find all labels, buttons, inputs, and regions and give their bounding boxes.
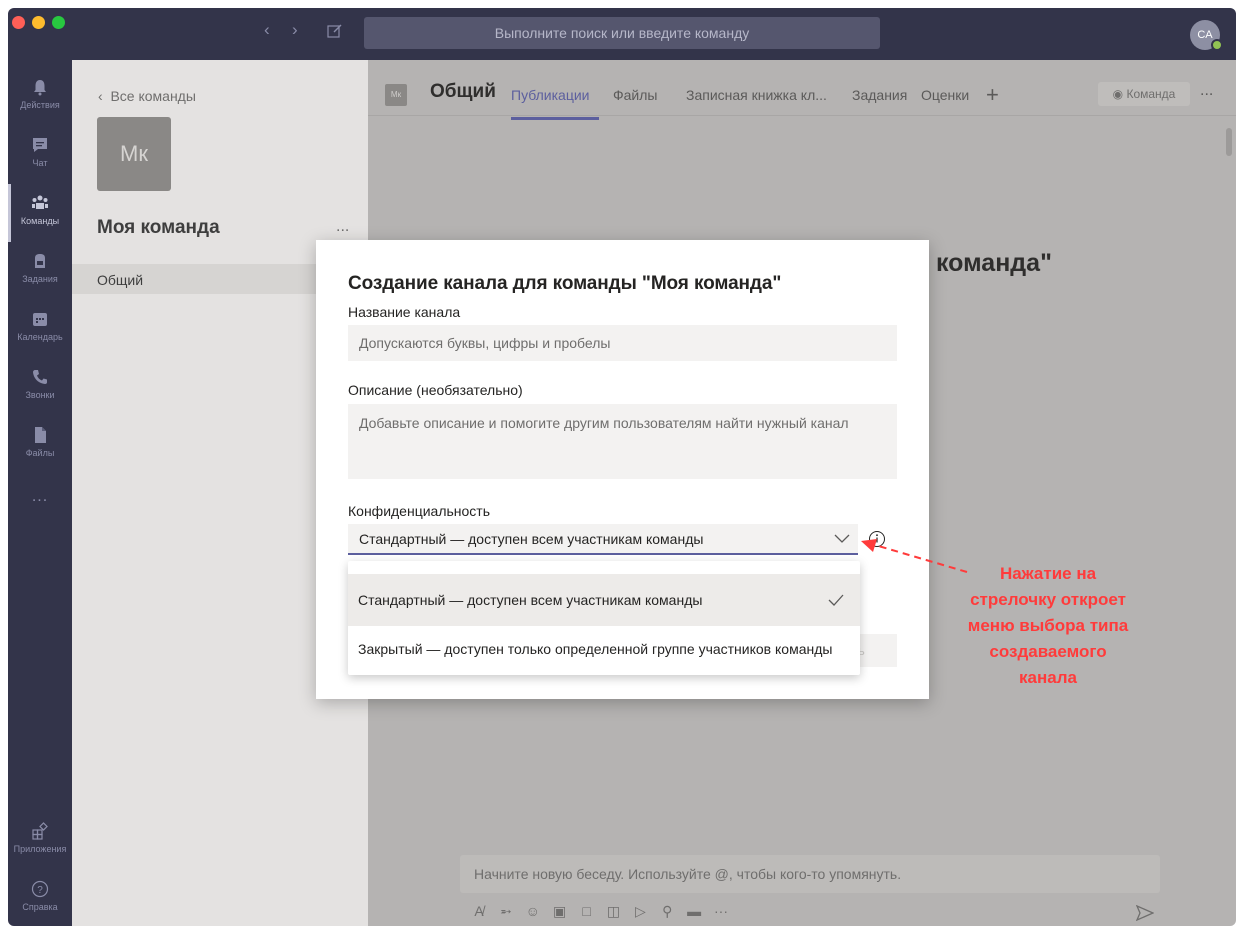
channel-more-options-icon[interactable]: ...	[1200, 82, 1213, 100]
tab-class-notebook[interactable]: Записная книжка кл...	[686, 87, 827, 103]
rail-item-label: Файлы	[25, 448, 55, 458]
annotation-line: меню выбора типа	[967, 616, 1129, 635]
welcome-heading: команда"	[936, 249, 1052, 277]
rail-item-calendar[interactable]: Календарь	[8, 300, 72, 358]
compose-icon[interactable]	[326, 22, 344, 40]
channel-name-label: Название канала	[348, 304, 461, 320]
team-avatar: Мк	[97, 117, 171, 191]
chevron-left-icon: ‹	[98, 88, 111, 104]
chevron-down-icon[interactable]	[834, 530, 850, 546]
zoom-window-button[interactable]	[52, 16, 65, 29]
format-icon[interactable]: A̸	[468, 903, 490, 919]
avatar-initials: CA	[1197, 29, 1213, 41]
close-window-button[interactable]	[12, 16, 25, 29]
teams-icon	[32, 195, 48, 209]
rail-item-chat[interactable]: Чат	[8, 126, 72, 184]
channel-name-field[interactable]: Допускаются буквы, цифры и пробелы	[348, 325, 897, 361]
privacy-option-standard[interactable]: Стандартный — доступен всем участникам к…	[348, 574, 860, 626]
video-icon[interactable]: ▬	[683, 903, 705, 919]
privacy-dropdown-menu: Стандартный — доступен всем участникам к…	[348, 561, 860, 675]
option-label: Закрытый — доступен только определенной …	[358, 641, 833, 657]
all-teams-link[interactable]: ‹ Все команды	[98, 88, 196, 104]
description-label: Описание (необязательно)	[348, 382, 523, 398]
more-options-icon[interactable]: ···	[710, 903, 732, 919]
phone-icon	[33, 370, 47, 384]
praise-icon[interactable]: ⚲	[656, 903, 678, 920]
channel-team-avatar: Мк	[385, 84, 407, 106]
tab-posts[interactable]: Публикации	[511, 87, 589, 103]
minimize-window-button[interactable]	[32, 16, 45, 29]
back-arrow-icon[interactable]: ‹	[264, 20, 270, 40]
tab-files[interactable]: Файлы	[613, 87, 657, 103]
help-icon: ?	[31, 880, 49, 898]
tab-assignments[interactable]: Задания	[852, 87, 907, 103]
tab-grades[interactable]: Оценки	[921, 87, 969, 103]
rail-item-activity[interactable]: Действия	[8, 68, 72, 126]
dialog-title: Создание канала для команды "Моя команда…	[348, 273, 782, 294]
chat-icon	[33, 138, 47, 152]
send-icon[interactable]	[1136, 905, 1154, 921]
stream-icon[interactable]: ▷	[629, 903, 651, 920]
gif-icon[interactable]: ▣	[549, 903, 571, 920]
scrollbar[interactable]	[1226, 128, 1232, 156]
rail-item-files[interactable]: Файлы	[8, 416, 72, 474]
annotation-line: канала	[1019, 668, 1077, 687]
rail-item-label: Действия	[20, 100, 60, 110]
privacy-option-private[interactable]: Закрытый — доступен только определенной …	[348, 623, 860, 675]
compose-toolbar: A̸ ➵ ☺ ▣ □ ◫ ▷ ⚲ ▬ ···	[468, 903, 733, 920]
privacy-label: Конфиденциальность	[348, 503, 491, 519]
channel-header: Мк Общий Публикации Файлы Записная книжк…	[368, 60, 1236, 116]
rail-item-calls[interactable]: Звонки	[8, 358, 72, 416]
team-name: Моя команда	[97, 217, 220, 238]
svg-text:?: ?	[37, 885, 43, 896]
add-tab-icon[interactable]: +	[986, 82, 999, 108]
rail-item-label: Приложения	[13, 844, 67, 854]
more-apps-icon[interactable]: ...	[8, 488, 72, 506]
team-more-options-icon[interactable]: ...	[336, 218, 349, 236]
rail-item-label: Справка	[22, 902, 58, 912]
sticker-icon[interactable]: □	[576, 903, 598, 919]
eye-icon: ◉	[1112, 87, 1127, 101]
rail-item-assignments[interactable]: Задания	[8, 242, 72, 300]
apps-icon	[32, 822, 48, 840]
checkmark-icon	[828, 594, 844, 606]
channel-title: Общий	[430, 81, 496, 102]
option-label: Стандартный — доступен всем участникам к…	[358, 592, 703, 608]
rail-item-label: Чат	[32, 158, 48, 168]
all-teams-label: Все команды	[110, 88, 196, 104]
file-icon	[35, 427, 46, 443]
rail-item-label: Задания	[22, 274, 58, 284]
annotation-text: Нажатие на стрелочку откроет меню выбора…	[936, 561, 1160, 691]
forward-arrow-icon[interactable]: ›	[292, 20, 298, 40]
rail-item-help[interactable]: ? Справка	[8, 870, 72, 926]
privacy-select[interactable]: Стандартный — доступен всем участникам к…	[348, 524, 858, 555]
rail-item-label: Звонки	[25, 390, 55, 400]
emoji-icon[interactable]: ☺	[522, 903, 544, 919]
backpack-icon	[35, 254, 45, 268]
rail-item-teams[interactable]: Команды	[8, 184, 72, 242]
channel-item-label: Общий	[97, 272, 144, 288]
rail-item-label: Календарь	[17, 332, 63, 342]
annotation-line: создаваемого	[989, 642, 1107, 661]
annotation-line: стрелочку откроет	[970, 590, 1126, 609]
meet-now-icon[interactable]: ◫	[602, 903, 624, 920]
team-button-label: Команда	[1126, 87, 1176, 101]
title-bar: ‹ › Выполните поиск или введите команду …	[8, 8, 1236, 60]
attach-icon[interactable]: ➵	[495, 903, 517, 920]
annotation-line: Нажатие на	[999, 564, 1097, 583]
active-tab-indicator	[511, 117, 599, 120]
rail-item-label: Команды	[20, 216, 60, 226]
description-field[interactable]: Добавьте описание и помогите другим поль…	[348, 404, 897, 479]
app-rail: Действия Чат Команды Задания Календарь З…	[8, 60, 72, 926]
new-conversation-input[interactable]: Начните новую беседу. Используйте @, что…	[460, 855, 1160, 893]
bell-icon	[34, 80, 46, 96]
user-avatar[interactable]: CA	[1190, 20, 1223, 51]
search-input[interactable]: Выполните поиск или введите команду	[364, 17, 880, 49]
presence-status-icon	[1211, 39, 1223, 51]
rail-item-apps[interactable]: Приложения	[8, 812, 72, 870]
calendar-icon	[33, 313, 47, 326]
team-view-button[interactable]: ◉ Команда	[1098, 82, 1190, 106]
